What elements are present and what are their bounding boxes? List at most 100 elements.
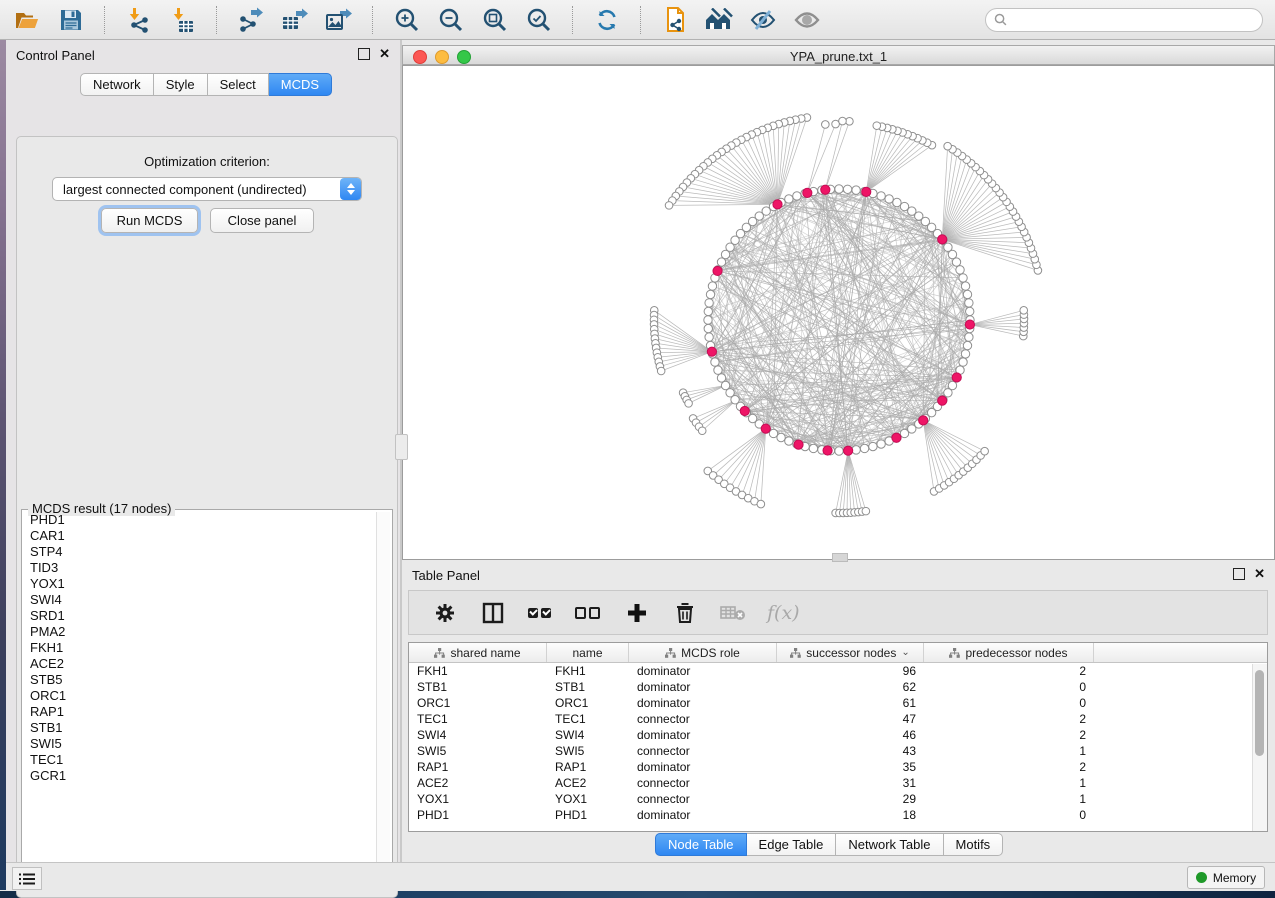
cell-shared_name[interactable]: YOX1 (409, 792, 547, 806)
cell-predecessor_nodes[interactable]: 0 (924, 680, 1094, 694)
cell-predecessor_nodes[interactable]: 1 (924, 776, 1094, 790)
mcds-result-item[interactable]: ORC1 (30, 688, 376, 704)
table-scrollbar-thumb[interactable] (1255, 670, 1264, 756)
mcds-result-item[interactable]: SWI5 (30, 736, 376, 752)
function-builder-icon[interactable]: f(x) (767, 602, 800, 624)
mcds-result-item[interactable]: TID3 (30, 560, 376, 576)
zoom-selected-icon[interactable] (524, 6, 554, 34)
cell-shared_name[interactable]: SWI5 (409, 744, 547, 758)
cell-shared_name[interactable]: ACE2 (409, 776, 547, 790)
cell-shared_name[interactable]: SWI4 (409, 728, 547, 742)
export-image-icon[interactable] (324, 6, 354, 34)
mcds-result-item[interactable]: SRD1 (30, 608, 376, 624)
network-from-file-icon[interactable] (660, 6, 690, 34)
mcds-result-item[interactable]: PHD1 (30, 512, 376, 528)
cell-successor_nodes[interactable]: 18 (777, 808, 924, 822)
import-table-icon[interactable] (168, 6, 198, 34)
column-header-shared-name[interactable]: shared name (409, 643, 547, 662)
export-table-icon[interactable] (280, 6, 310, 34)
cell-predecessor_nodes[interactable]: 2 (924, 728, 1094, 742)
refresh-layout-icon[interactable] (592, 6, 622, 34)
cell-shared_name[interactable]: STB1 (409, 680, 547, 694)
show-columns-icon[interactable] (479, 599, 507, 627)
column-header-MCDS-role[interactable]: MCDS role (629, 643, 777, 662)
column-header-predecessor-nodes[interactable]: predecessor nodes (924, 643, 1094, 662)
add-column-icon[interactable] (623, 599, 651, 627)
table-row[interactable]: RAP1RAP1dominator352 (409, 759, 1267, 775)
zoom-in-icon[interactable] (392, 6, 422, 34)
memory-button[interactable]: Memory (1187, 866, 1265, 889)
cell-mcds_role[interactable]: connector (629, 792, 777, 806)
horizontal-splitter-handle[interactable] (832, 553, 848, 562)
cell-mcds_role[interactable]: connector (629, 744, 777, 758)
cell-shared_name[interactable]: ORC1 (409, 696, 547, 710)
cell-mcds_role[interactable]: dominator (629, 664, 777, 678)
tab-select[interactable]: Select (208, 73, 269, 96)
cell-shared_name[interactable]: RAP1 (409, 760, 547, 774)
cell-mcds_role[interactable]: dominator (629, 808, 777, 822)
tab-style[interactable]: Style (154, 73, 208, 96)
cell-shared_name[interactable]: FKH1 (409, 664, 547, 678)
hide-visual-mapping-icon[interactable] (748, 6, 778, 34)
cell-name[interactable]: SWI5 (547, 744, 629, 758)
mcds-result-item[interactable]: ACE2 (30, 656, 376, 672)
cell-successor_nodes[interactable]: 62 (777, 680, 924, 694)
table-row[interactable]: SWI5SWI5connector431 (409, 743, 1267, 759)
delete-column-icon[interactable] (671, 599, 699, 627)
cell-predecessor_nodes[interactable]: 2 (924, 712, 1094, 726)
cell-mcds_role[interactable]: connector (629, 776, 777, 790)
cell-successor_nodes[interactable]: 61 (777, 696, 924, 710)
table-row[interactable]: ORC1ORC1dominator610 (409, 695, 1267, 711)
mcds-result-item[interactable]: SWI4 (30, 592, 376, 608)
cell-mcds_role[interactable]: dominator (629, 696, 777, 710)
export-network-icon[interactable] (236, 6, 266, 34)
cell-name[interactable]: RAP1 (547, 760, 629, 774)
status-list-button[interactable] (12, 867, 42, 890)
cell-name[interactable]: SWI4 (547, 728, 629, 742)
table-row[interactable]: TEC1TEC1connector472 (409, 711, 1267, 727)
cell-name[interactable]: STB1 (547, 680, 629, 694)
table-row[interactable]: FKH1FKH1dominator962 (409, 663, 1267, 679)
table-tab-network-table[interactable]: Network Table (836, 833, 943, 856)
tab-network[interactable]: Network (80, 73, 154, 96)
cell-mcds_role[interactable]: dominator (629, 680, 777, 694)
cell-successor_nodes[interactable]: 96 (777, 664, 924, 678)
search-input[interactable] (1013, 12, 1254, 28)
cell-shared_name[interactable]: PHD1 (409, 808, 547, 822)
mcds-result-item[interactable]: STP4 (30, 544, 376, 560)
table-row[interactable]: YOX1YOX1connector291 (409, 791, 1267, 807)
cell-predecessor_nodes[interactable]: 1 (924, 744, 1094, 758)
cell-name[interactable]: ACE2 (547, 776, 629, 790)
run-mcds-button[interactable]: Run MCDS (101, 208, 198, 233)
cell-successor_nodes[interactable]: 29 (777, 792, 924, 806)
home-networks-icon[interactable] (704, 6, 734, 34)
vertical-splitter-handle[interactable] (395, 434, 408, 460)
cell-name[interactable]: FKH1 (547, 664, 629, 678)
mcds-result-list[interactable]: PHD1CAR1STP4TID3YOX1SWI4SRD1PMA2FKH1ACE2… (22, 512, 376, 874)
table-row[interactable]: STB1STB1dominator620 (409, 679, 1267, 695)
cell-name[interactable]: ORC1 (547, 696, 629, 710)
cell-mcds_role[interactable]: connector (629, 712, 777, 726)
mcds-list-scrollbar[interactable] (376, 512, 390, 874)
cell-successor_nodes[interactable]: 43 (777, 744, 924, 758)
cell-name[interactable]: TEC1 (547, 712, 629, 726)
mcds-result-item[interactable]: CAR1 (30, 528, 376, 544)
cell-mcds_role[interactable]: dominator (629, 760, 777, 774)
float-panel-icon[interactable] (358, 48, 370, 60)
deselect-all-checkboxes-icon[interactable] (575, 599, 603, 627)
mcds-result-item[interactable]: PMA2 (30, 624, 376, 640)
cell-predecessor_nodes[interactable]: 0 (924, 808, 1094, 822)
table-tab-motifs[interactable]: Motifs (944, 833, 1004, 856)
import-network-icon[interactable] (124, 6, 154, 34)
mcds-result-item[interactable]: FKH1 (30, 640, 376, 656)
mcds-result-item[interactable]: STB1 (30, 720, 376, 736)
criterion-dropdown[interactable]: largest connected component (undirected) (52, 177, 362, 201)
mcds-result-item[interactable]: YOX1 (30, 576, 376, 592)
mcds-result-item[interactable]: TEC1 (30, 752, 376, 768)
cell-successor_nodes[interactable]: 47 (777, 712, 924, 726)
table-row[interactable]: PHD1PHD1dominator180 (409, 807, 1267, 823)
show-eye-icon[interactable] (792, 6, 822, 34)
close-panel-icon[interactable]: ✕ (379, 49, 390, 59)
table-scrollbar[interactable] (1252, 664, 1267, 831)
tab-mcds[interactable]: MCDS (269, 73, 332, 96)
